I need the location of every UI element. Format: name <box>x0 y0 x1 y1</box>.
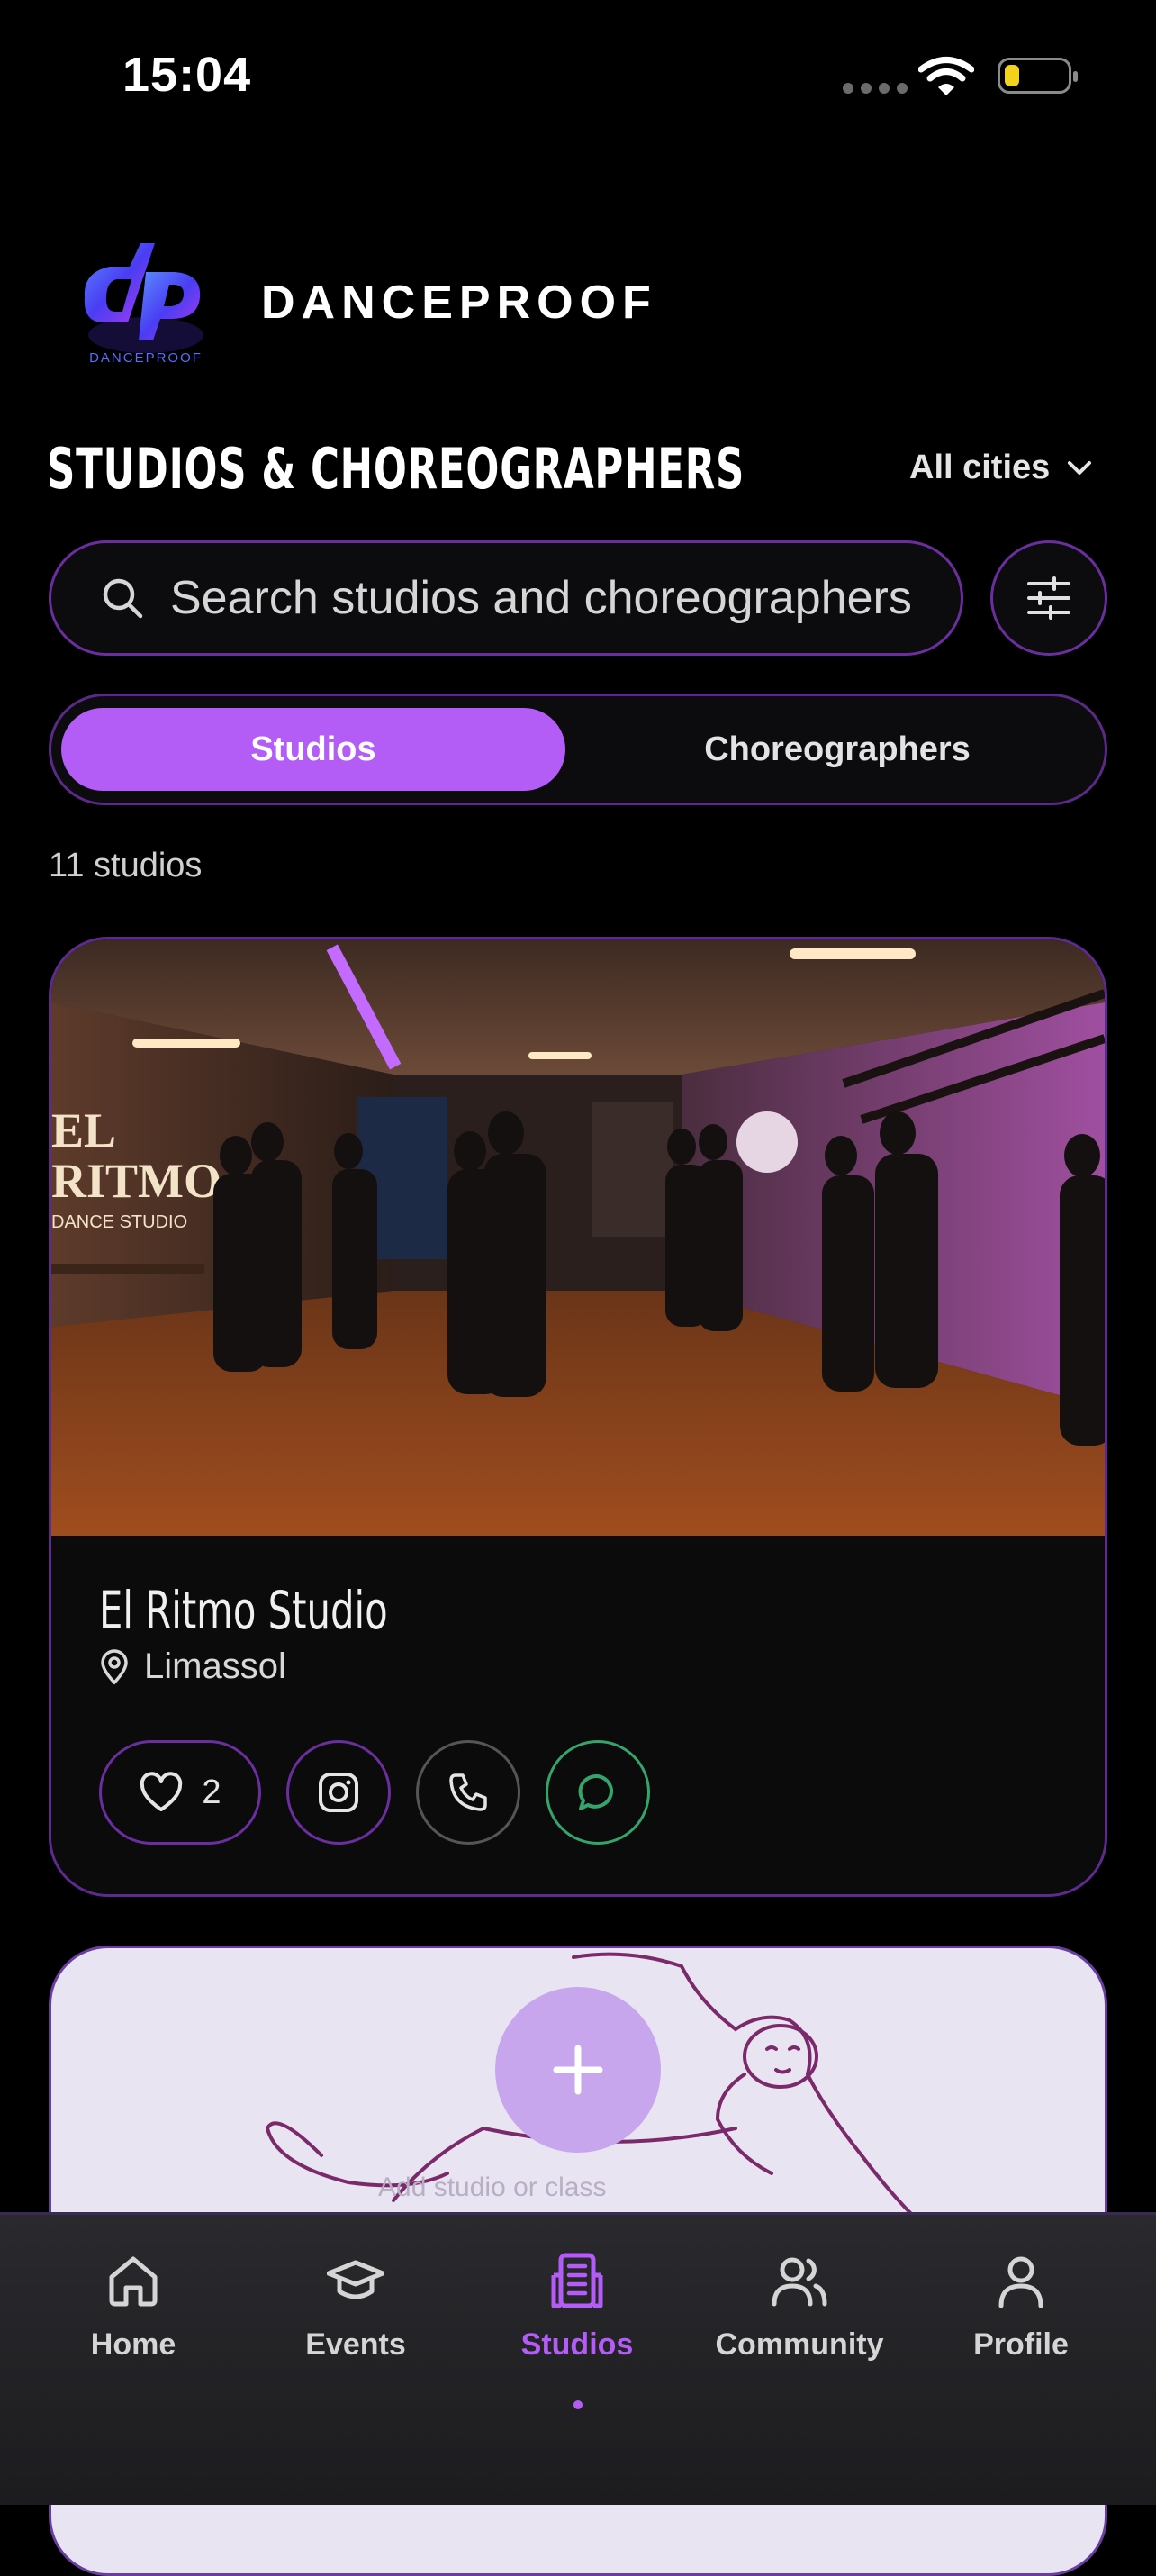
location-label: Limassol <box>144 1646 286 1686</box>
studio-location: Limassol <box>99 1646 286 1687</box>
phone-icon <box>449 1773 487 1811</box>
studio-name: El Ritmo Studio <box>99 1580 388 1641</box>
photo-sign-line2: RITMO <box>51 1154 221 1208</box>
tab-home-label: Home <box>90 2327 176 2362</box>
logo-caption: DANCEPROOF <box>89 350 203 366</box>
home-icon <box>109 2256 158 2307</box>
tab-community[interactable]: Community <box>700 2252 899 2363</box>
sliders-icon <box>1027 576 1070 620</box>
instagram-button[interactable] <box>286 1740 391 1845</box>
whatsapp-button[interactable] <box>546 1740 650 1845</box>
chevron-down-icon <box>1068 460 1092 475</box>
tab-events[interactable]: Events <box>257 2252 455 2363</box>
wifi-icon <box>918 57 974 95</box>
search-bar <box>49 540 963 656</box>
city-filter-label: All cities <box>909 449 1051 486</box>
like-button[interactable]: 2 <box>99 1740 261 1845</box>
user-icon <box>998 2256 1043 2308</box>
tab-profile[interactable]: Profile <box>922 2252 1120 2363</box>
users-icon <box>772 2257 827 2307</box>
tab-profile-label: Profile <box>973 2327 1069 2362</box>
results-count: 11 studios <box>49 847 203 884</box>
tab-studios-nav[interactable]: Studios <box>478 2252 676 2363</box>
tab-studios-label: Studios <box>520 2327 634 2362</box>
tab-community-label: Community <box>715 2327 884 2362</box>
graduation-cap-icon <box>327 2260 384 2299</box>
filter-button[interactable] <box>990 540 1107 656</box>
call-button[interactable] <box>416 1740 520 1845</box>
plus-icon <box>553 2045 603 2095</box>
tab-home[interactable]: Home <box>34 2252 232 2363</box>
photo-sign-line1: EL <box>51 1103 116 1157</box>
danceproof-logo: DANCEPROOF <box>84 243 203 366</box>
tab-choreographers[interactable]: Choreographers <box>576 708 1098 791</box>
add-hint-text: Add studio or class <box>378 2172 607 2202</box>
brand-name: DANCEPROOF <box>261 277 657 329</box>
chat-bubble-icon <box>578 1773 613 1810</box>
status-time: 15:04 <box>122 48 252 102</box>
search-icon <box>103 578 143 619</box>
map-pin-icon <box>101 1648 128 1684</box>
active-tab-indicator <box>573 2400 583 2409</box>
instagram-icon <box>319 1773 358 1812</box>
city-filter-dropdown[interactable]: All cities <box>909 449 1093 487</box>
tab-studios[interactable]: Studios <box>61 708 565 791</box>
add-button[interactable] <box>495 1987 661 2153</box>
building-icon <box>551 2253 603 2308</box>
heart-icon <box>140 1772 183 1811</box>
search-input[interactable] <box>168 570 946 626</box>
like-count: 2 <box>202 1773 221 1811</box>
tab-events-label: Events <box>305 2327 406 2362</box>
battery-icon <box>998 58 1078 94</box>
studio-photo: EL RITMO DANCE STUDIO <box>51 939 1105 1536</box>
page-title: STUDIOS & CHOREOGRAPHERS <box>47 436 745 502</box>
photo-sign-line3: DANCE STUDIO <box>51 1212 187 1232</box>
cellular-signal-icon <box>843 83 908 94</box>
